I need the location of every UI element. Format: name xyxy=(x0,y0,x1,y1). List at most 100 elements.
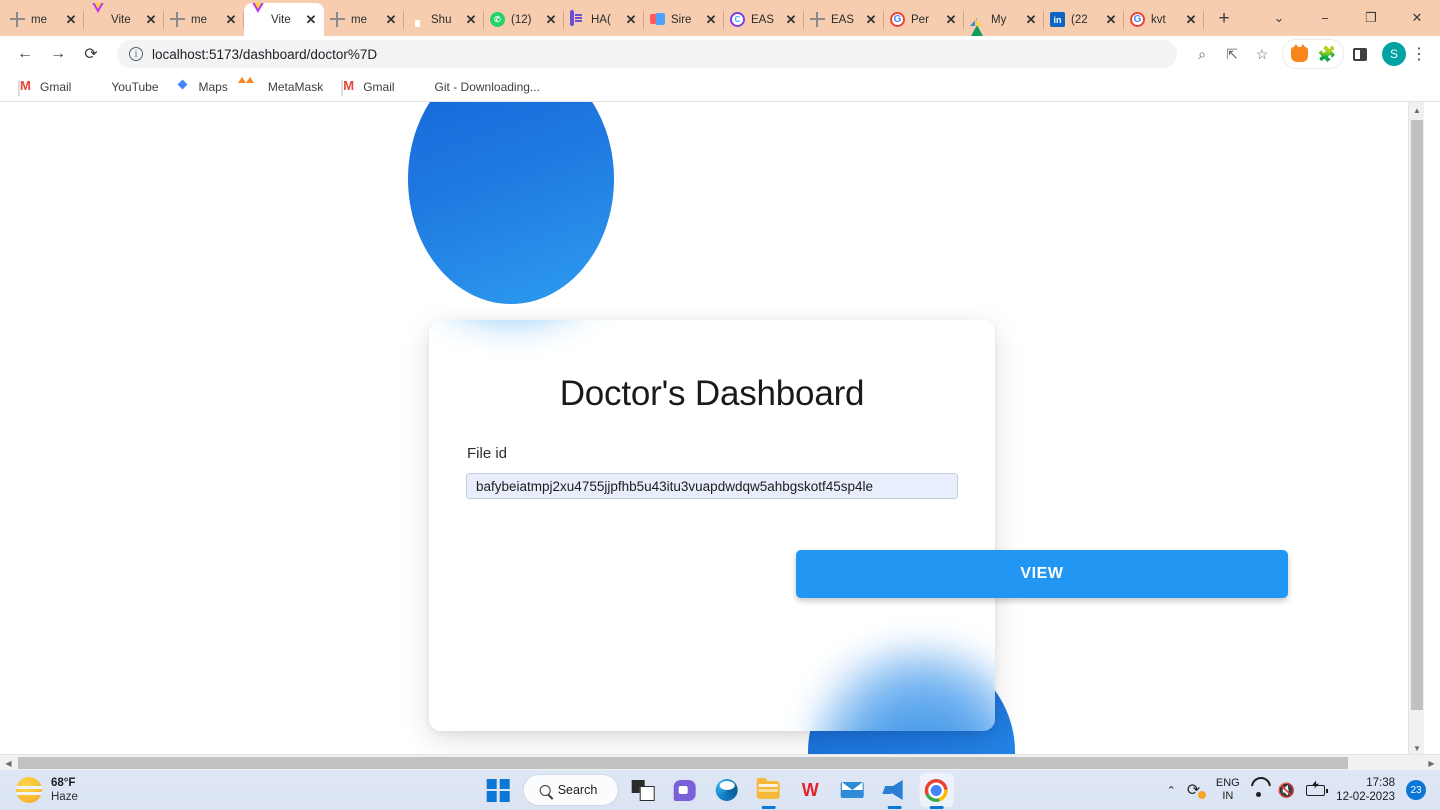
close-icon[interactable]: ✕ xyxy=(1024,12,1038,27)
search-tabs-icon[interactable]: ⌄ xyxy=(1256,2,1302,34)
tab-title: (12) xyxy=(511,13,532,26)
taskbar-clock[interactable]: 17:38 12-02-2023 xyxy=(1336,776,1395,805)
extensions-puzzle-icon[interactable]: 🧩 xyxy=(1313,40,1341,68)
back-icon[interactable]: ← xyxy=(10,39,40,69)
tab-title: Shu xyxy=(431,13,452,26)
volume-muted-icon[interactable]: 🔇 xyxy=(1278,782,1295,799)
bookmark-item[interactable]: Gmail xyxy=(333,76,402,98)
whatsapp-icon: ✆ xyxy=(490,12,506,28)
scroll-right-icon[interactable]: ▶ xyxy=(1423,755,1440,770)
close-icon[interactable]: ✕ xyxy=(1104,12,1118,27)
close-icon[interactable]: ✕ xyxy=(384,12,398,27)
chrome-icon[interactable] xyxy=(919,773,954,807)
share-icon[interactable]: ⇱ xyxy=(1218,40,1246,68)
battery-charging-icon[interactable] xyxy=(1306,784,1329,796)
close-icon[interactable]: ✕ xyxy=(944,12,958,27)
maximize-button[interactable]: ❐ xyxy=(1348,2,1394,34)
close-icon[interactable]: ✕ xyxy=(304,12,318,27)
forward-icon[interactable]: → xyxy=(43,39,73,69)
edge-icon[interactable] xyxy=(709,773,743,807)
tab-title: Vite xyxy=(111,13,131,26)
file-id-label: File id xyxy=(467,445,508,462)
vscode-icon[interactable] xyxy=(877,773,911,807)
vite-icon xyxy=(250,3,266,28)
start-icon[interactable] xyxy=(486,778,510,802)
google-icon: G xyxy=(890,12,906,28)
browser-tab[interactable]: Shu ✕ xyxy=(404,3,484,36)
vertical-scrollbar-thumb[interactable] xyxy=(1411,120,1423,710)
address-bar[interactable]: i localhost:5173/dashboard/doctor%7D xyxy=(117,40,1177,68)
close-icon[interactable]: ✕ xyxy=(704,12,718,27)
zoom-icon[interactable]: ⌕ xyxy=(1188,40,1216,68)
chat-icon[interactable] xyxy=(667,773,701,807)
bookmark-item[interactable]: Gmail xyxy=(10,76,79,98)
language-indicator[interactable]: ENG IN xyxy=(1216,777,1240,802)
browser-tab[interactable]: Vite ✕ xyxy=(84,3,164,36)
browser-tab[interactable]: ✆ (12) ✕ xyxy=(484,3,564,36)
close-icon[interactable]: ✕ xyxy=(144,12,158,27)
close-icon[interactable]: ✕ xyxy=(624,12,638,27)
wifi-icon[interactable] xyxy=(1251,784,1267,797)
bookmark-label: Gmail xyxy=(363,79,395,94)
bookmark-item[interactable]: Git - Downloading... xyxy=(405,76,548,98)
close-icon[interactable]: ✕ xyxy=(864,12,878,27)
scroll-up-icon[interactable]: ▲ xyxy=(1409,102,1424,119)
close-icon[interactable]: ✕ xyxy=(544,12,558,27)
browser-tab[interactable]: me ✕ xyxy=(324,3,404,36)
sun-haze-icon xyxy=(16,777,42,803)
browser-tab[interactable]: EAS ✕ xyxy=(804,3,884,36)
card-blur-glow-bottom xyxy=(808,648,995,731)
browser-tab[interactable]: G Per ✕ xyxy=(884,3,964,36)
browser-tab[interactable]: G kvt ✕ xyxy=(1124,3,1204,36)
view-button[interactable]: VIEW xyxy=(796,550,1288,598)
youtube-icon xyxy=(89,79,105,95)
close-icon[interactable]: ✕ xyxy=(784,12,798,27)
browser-tab[interactable]: C EAS ✕ xyxy=(724,3,804,36)
task-view-icon[interactable] xyxy=(625,773,659,807)
close-icon[interactable]: ✕ xyxy=(464,12,478,27)
side-panel-icon[interactable] xyxy=(1346,40,1374,68)
browser-tab[interactable]: HA( ✕ xyxy=(564,3,644,36)
taskbar-search[interactable]: Search xyxy=(523,775,618,805)
page-title: Doctor's Dashboard xyxy=(559,374,865,413)
site-info-icon[interactable]: i xyxy=(129,47,143,61)
bookmark-item[interactable]: MetaMask xyxy=(238,76,331,98)
taskbar-weather-widget[interactable]: 68°F Haze xyxy=(16,776,186,805)
reload-icon[interactable]: ⟳ xyxy=(76,39,106,69)
dashboard-page: Doctor's Dashboard File id VIEW ▲ ▼ xyxy=(0,102,1424,757)
tray-overflow-icon[interactable]: ⌃ xyxy=(1167,784,1176,797)
browser-tab[interactable]: in (22 ✕ xyxy=(1044,3,1124,36)
scroll-left-icon[interactable]: ◀ xyxy=(0,755,17,770)
bookmark-star-icon[interactable]: ☆ xyxy=(1248,40,1276,68)
browser-tab-active[interactable]: Vite ✕ xyxy=(244,3,324,36)
profile-avatar[interactable]: S xyxy=(1382,42,1406,66)
browser-tab[interactable]: Sire ✕ xyxy=(644,3,724,36)
folder-icon[interactable] xyxy=(751,773,785,807)
horizontal-scrollbar[interactable]: ◀ ▶ xyxy=(0,754,1440,770)
vertical-scrollbar[interactable]: ▲ ▼ xyxy=(1408,102,1424,757)
minimize-button[interactable]: − xyxy=(1302,2,1348,34)
metamask-fox-icon[interactable] xyxy=(1285,40,1313,68)
bookmark-label: YouTube xyxy=(111,79,159,94)
git-icon xyxy=(413,79,429,95)
wps-icon[interactable]: W xyxy=(793,773,827,807)
close-icon[interactable]: ✕ xyxy=(64,12,78,27)
bookmark-item[interactable]: YouTube xyxy=(81,76,166,98)
close-icon[interactable]: ✕ xyxy=(224,12,238,27)
search-icon xyxy=(539,784,551,796)
close-icon[interactable]: ✕ xyxy=(1184,12,1198,27)
horizontal-scrollbar-thumb[interactable] xyxy=(18,757,1348,769)
browser-tab[interactable]: me ✕ xyxy=(4,3,84,36)
new-tab-button[interactable]: + xyxy=(1210,5,1238,33)
weather-condition: Haze xyxy=(51,791,78,803)
update-icon[interactable] xyxy=(1187,780,1206,800)
bookmark-item[interactable]: Maps xyxy=(169,76,236,98)
notification-badge[interactable]: 23 xyxy=(1406,780,1426,800)
browser-tab[interactable]: My ✕ xyxy=(964,3,1044,36)
file-id-input[interactable] xyxy=(466,473,958,499)
browser-menu-icon[interactable]: ⋮ xyxy=(1408,40,1430,68)
browser-tab[interactable]: me ✕ xyxy=(164,3,244,36)
bookmarks-bar: Gmail YouTube Maps MetaMask Gmail Git - … xyxy=(0,72,1440,102)
mail-icon[interactable] xyxy=(835,773,869,807)
close-window-button[interactable]: ✕ xyxy=(1394,2,1440,34)
